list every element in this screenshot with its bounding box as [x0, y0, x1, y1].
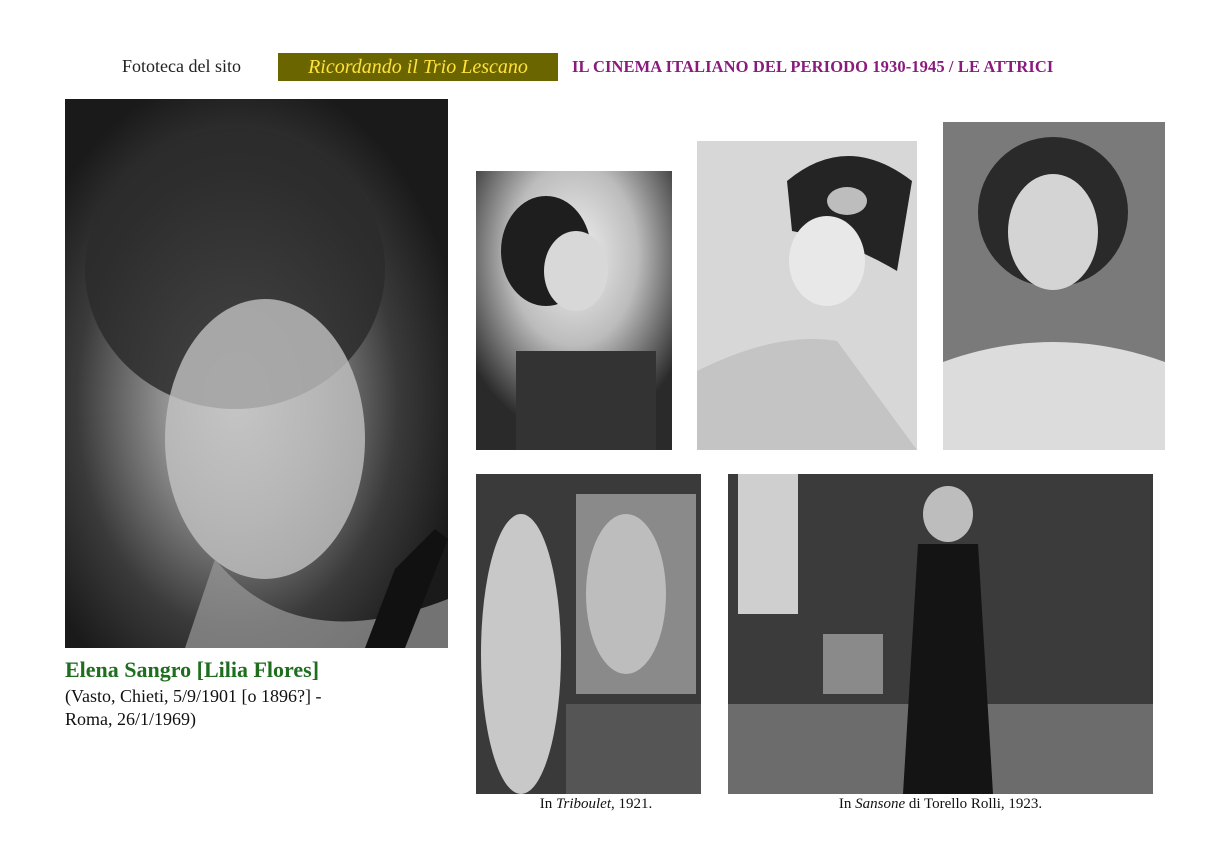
site-name-badge[interactable]: Ricordando il Trio Lescano	[278, 53, 558, 81]
site-prefix-text: Fototeca del sito	[122, 56, 241, 76]
bio-birth-line: (Vasto, Chieti, 5/9/1901 [o 1896?] -	[65, 686, 322, 706]
caption-triboulet: In Triboulet, 1921.	[539, 796, 653, 812]
film-still-sansone	[728, 474, 1153, 794]
portrait-photo-flower-hair	[476, 171, 672, 450]
portrait-photo-bob-hair	[943, 122, 1165, 450]
bio-death-line: Roma, 26/1/1969)	[65, 709, 196, 729]
actress-name: Elena Sangro [Lilia Flores]	[65, 657, 320, 682]
film-still-triboulet	[476, 474, 701, 794]
page-title: IL CINEMA ITALIANO DEL PERIODO 1930-1945…	[572, 57, 1054, 76]
caption-sansone: In Sansone di Torello Rolli, 1923.	[838, 796, 1043, 812]
main-portrait-photo	[65, 99, 448, 648]
actress-bio: (Vasto, Chieti, 5/9/1901 [o 1896?] - Rom…	[65, 685, 385, 731]
portrait-photo-jeweled-hat	[697, 141, 917, 450]
